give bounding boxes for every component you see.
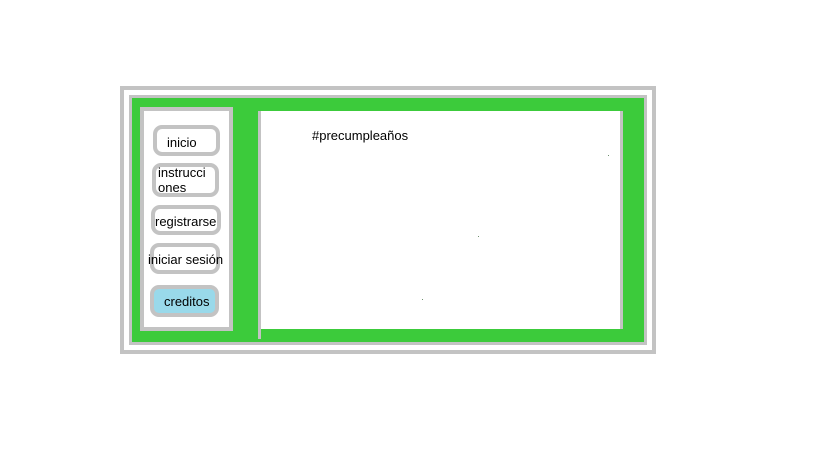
speck-mark	[422, 299, 423, 300]
app-window: inicio instrucci ones registrarse inicia…	[0, 0, 819, 460]
panel-edge	[258, 319, 261, 339]
nav-button-label: instrucci ones	[158, 165, 206, 195]
nav-button-label: inicio	[167, 135, 197, 150]
nav-button-inicio[interactable]: inicio	[153, 125, 220, 156]
speck-mark	[478, 236, 479, 237]
nav-button-registrarse[interactable]: registrarse	[151, 205, 221, 235]
nav-button-label: creditos	[164, 294, 210, 309]
nav-button-creditos[interactable]: creditos	[150, 285, 219, 317]
nav-button-instrucciones[interactable]: instrucci ones	[152, 163, 219, 197]
content-panel	[258, 111, 623, 339]
nav-button-iniciar-sesion[interactable]: iniciar sesión	[148, 243, 224, 274]
hashtag-title: #precumpleaños	[312, 128, 409, 143]
nav-button-label: registrarse	[155, 214, 217, 229]
nav-button-label: iniciar sesión	[148, 252, 224, 267]
speck-mark	[608, 155, 609, 156]
